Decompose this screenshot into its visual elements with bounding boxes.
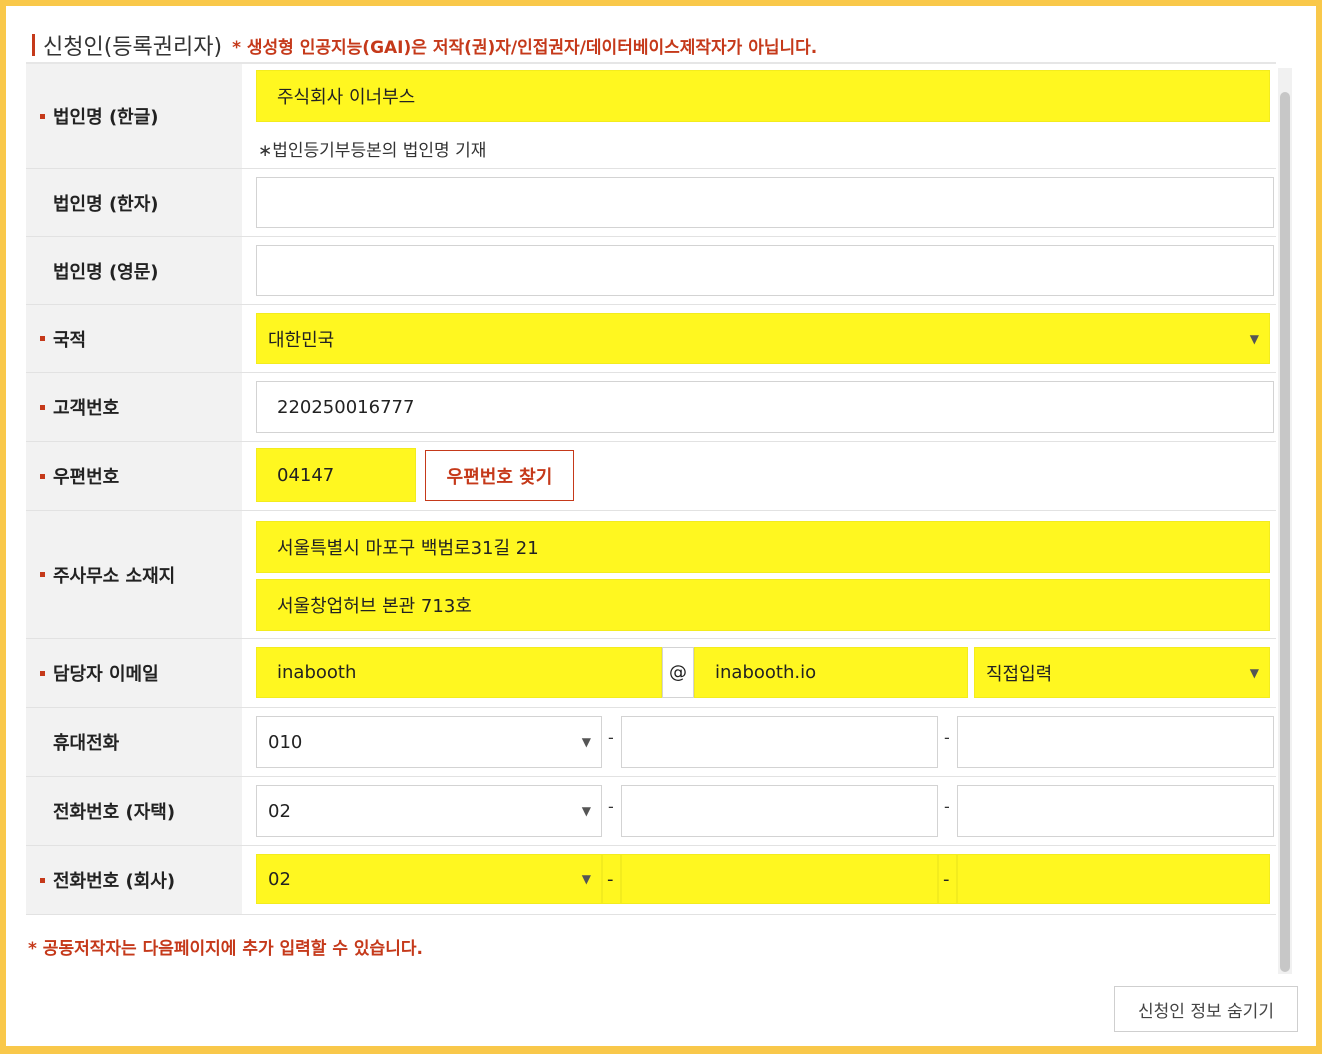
gai-notice: * 생성형 인공지능(GAI)은 저작(권)자/인접권자/데이터베이스제작자가 … (232, 37, 818, 58)
row-phone-office: 전화번호 (회사) 02 ▼ - - (26, 846, 1276, 915)
address-line1-input[interactable]: 서울특별시 마포구 백범로31길 21 (256, 521, 1270, 573)
zipcode-input[interactable]: 04147 (256, 448, 416, 502)
label-text: 전화번호 (자택) (53, 802, 176, 823)
chevron-down-icon: ▼ (581, 735, 591, 749)
row-zipcode: 우편번호 04147 우편번호 찾기 (26, 442, 1276, 511)
label-email: 담당자 이메일 (26, 639, 242, 707)
label-phone-office: 전화번호 (회사) (26, 846, 242, 914)
label-nationality: 국적 (26, 305, 242, 372)
section-title: 신청인(등록권리자) (43, 35, 223, 60)
scrollbar-thumb[interactable] (1280, 92, 1290, 972)
chevron-down-icon: ▼ (1249, 665, 1259, 680)
row-nationality: 국적 대한민국 ▼ (26, 305, 1276, 373)
customer-no-input[interactable]: 220250016777 (256, 381, 1274, 433)
corp-name-hanja-input[interactable] (256, 177, 1274, 228)
office-mid-input[interactable] (621, 854, 938, 904)
label-text: 전화번호 (회사) (53, 871, 176, 892)
row-address: 주사무소 소재지 서울특별시 마포구 백범로31길 21 서울창업허브 본관 7… (26, 511, 1276, 639)
vertical-scrollbar[interactable] (1278, 68, 1292, 974)
mobile-mid-input[interactable] (621, 716, 938, 768)
row-corp-name-en: 법인명 (영문) (26, 237, 1276, 305)
hide-applicant-button[interactable]: 신청인 정보 숨기기 (1114, 986, 1298, 1032)
chevron-down-icon: ▼ (581, 804, 591, 818)
zipcode-search-button[interactable]: 우편번호 찾기 (425, 450, 574, 501)
corp-name-en-input[interactable] (256, 245, 1274, 296)
home-prefix-value: 02 (268, 800, 291, 822)
label-text: 법인명 (한자) (53, 193, 159, 215)
required-mark (40, 404, 45, 410)
required-mark (40, 572, 45, 577)
applicant-form: 법인명 (한글) 주식회사 이너부스 ∗법인등기부등본의 법인명 기재 법인명 … (26, 62, 1276, 915)
home-prefix-select[interactable]: 02 ▼ (256, 785, 602, 837)
dash-separator-hl: - (602, 854, 621, 904)
dash-separator: - (608, 797, 614, 816)
corp-name-hint: ∗법인등기부등본의 법인명 기재 (258, 141, 487, 161)
dash-separator: - (608, 728, 614, 747)
required-mark (40, 113, 45, 119)
label-text: 우편번호 (53, 467, 120, 488)
row-customer-no: 고객번호 220250016777 (26, 373, 1276, 442)
nationality-value: 대한민국 (268, 329, 335, 351)
dash-separator: - (944, 797, 950, 816)
label-text: 담당자 이메일 (53, 664, 159, 685)
label-address: 주사무소 소재지 (26, 511, 242, 638)
email-domain-select-value: 직접입력 (986, 663, 1053, 685)
address-line2-input[interactable]: 서울창업허브 본관 713호 (256, 579, 1270, 631)
row-corp-name-kr: 법인명 (한글) 주식회사 이너부스 ∗법인등기부등본의 법인명 기재 (26, 64, 1276, 169)
mobile-prefix-select[interactable]: 010 ▼ (256, 716, 602, 768)
row-email: 담당자 이메일 inabooth @ inabooth.io 직접입력 ▼ (26, 639, 1276, 708)
email-at-sign: @ (662, 647, 694, 698)
label-corp-name-en: 법인명 (영문) (26, 237, 242, 304)
row-phone-home: 전화번호 (자택) 02 ▼ - - (26, 777, 1276, 846)
label-phone-home: 전화번호 (자택) (26, 777, 242, 845)
label-zipcode: 우편번호 (26, 442, 242, 510)
label-text: 고객번호 (53, 398, 120, 419)
required-mark (40, 473, 45, 479)
label-corp-name-hanja: 법인명 (한자) (26, 169, 242, 236)
co-author-footnote: * 공동저작자는 다음페이지에 추가 입력할 수 있습니다. (28, 939, 423, 959)
office-prefix-value: 02 (268, 868, 291, 890)
label-customer-no: 고객번호 (26, 373, 242, 441)
label-text: 법인명 (영문) (53, 261, 159, 283)
dash-separator: - (944, 728, 950, 747)
email-domain-input[interactable]: inabooth.io (694, 647, 968, 698)
required-mark (40, 670, 45, 676)
home-mid-input[interactable] (621, 785, 938, 837)
heading-bar (32, 34, 35, 56)
row-mobile: 휴대전화 010 ▼ - - (26, 708, 1276, 777)
mobile-last-input[interactable] (957, 716, 1274, 768)
office-prefix-select[interactable]: 02 ▼ (256, 854, 602, 904)
label-corp-name-kr: 법인명 (한글) (26, 64, 242, 168)
email-id-input[interactable]: inabooth (256, 647, 662, 698)
office-last-input[interactable] (957, 854, 1270, 904)
required-mark (40, 877, 45, 883)
email-domain-select[interactable]: 직접입력 ▼ (974, 647, 1270, 698)
required-mark (40, 336, 45, 341)
applicant-panel: 신청인(등록권리자) * 생성형 인공지능(GAI)은 저작(권)자/인접권자/… (6, 6, 1316, 1046)
chevron-down-icon: ▼ (1249, 331, 1259, 346)
label-text: 주사무소 소재지 (53, 565, 176, 587)
section-heading: 신청인(등록권리자) * 생성형 인공지능(GAI)은 저작(권)자/인접권자/… (32, 28, 817, 62)
label-text: 국적 (53, 329, 87, 351)
label-text: 법인명 (한글) (53, 107, 159, 128)
label-text: 휴대전화 (53, 733, 120, 754)
nationality-select[interactable]: 대한민국 ▼ (256, 313, 1270, 364)
dash-separator-hl: - (938, 854, 957, 904)
label-mobile: 휴대전화 (26, 708, 242, 776)
corp-name-kr-input[interactable]: 주식회사 이너부스 (256, 70, 1270, 122)
chevron-down-icon: ▼ (581, 872, 591, 886)
mobile-prefix-value: 010 (268, 731, 303, 753)
home-last-input[interactable] (957, 785, 1274, 837)
row-corp-name-hanja: 법인명 (한자) (26, 169, 1276, 237)
